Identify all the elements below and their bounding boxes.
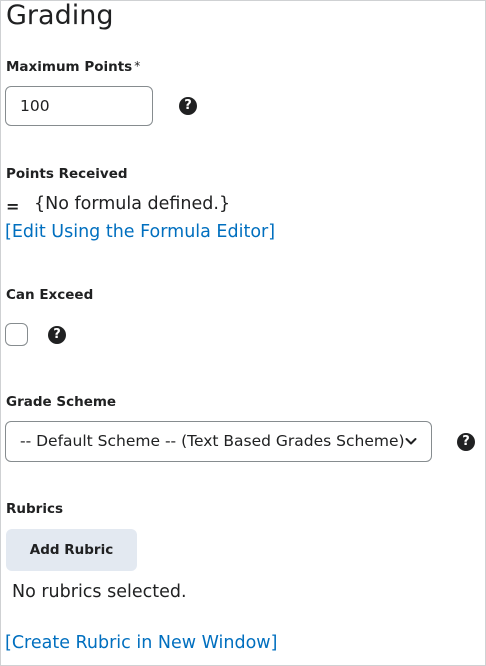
equals-sign: = <box>6 197 20 216</box>
create-rubric-link[interactable]: [Create Rubric in New Window] <box>5 633 277 653</box>
maximum-points-label: Maximum Points * <box>6 59 140 75</box>
help-icon[interactable]: ? <box>48 326 66 344</box>
formula-text: {No formula defined.} <box>34 194 231 214</box>
points-received-label: Points Received <box>6 166 128 182</box>
maximum-points-label-text: Maximum Points <box>6 59 133 75</box>
help-icon[interactable]: ? <box>179 97 197 115</box>
grading-panel: Grading Maximum Points* ? Points Receive… <box>0 0 486 666</box>
required-asterisk: * <box>134 59 141 73</box>
chevron-down-icon <box>405 438 417 445</box>
can-exceed-label: Can Exceed <box>6 287 94 303</box>
can-exceed-checkbox[interactable] <box>5 323 28 346</box>
page-title: Grading <box>6 0 114 31</box>
grade-scheme-label: Grade Scheme <box>6 394 117 410</box>
grade-scheme-selected-value: -- Default Scheme -- (Text Based Grades … <box>20 432 405 450</box>
edit-formula-link[interactable]: [Edit Using the Formula Editor] <box>5 222 275 242</box>
help-icon[interactable]: ? <box>457 433 475 451</box>
add-rubric-button[interactable]: Add Rubric <box>6 529 137 571</box>
grade-scheme-select[interactable]: -- Default Scheme -- (Text Based Grades … <box>5 421 432 462</box>
maximum-points-input[interactable] <box>5 86 153 126</box>
no-rubrics-text: No rubrics selected. <box>12 582 187 602</box>
rubrics-label: Rubrics <box>6 501 63 517</box>
